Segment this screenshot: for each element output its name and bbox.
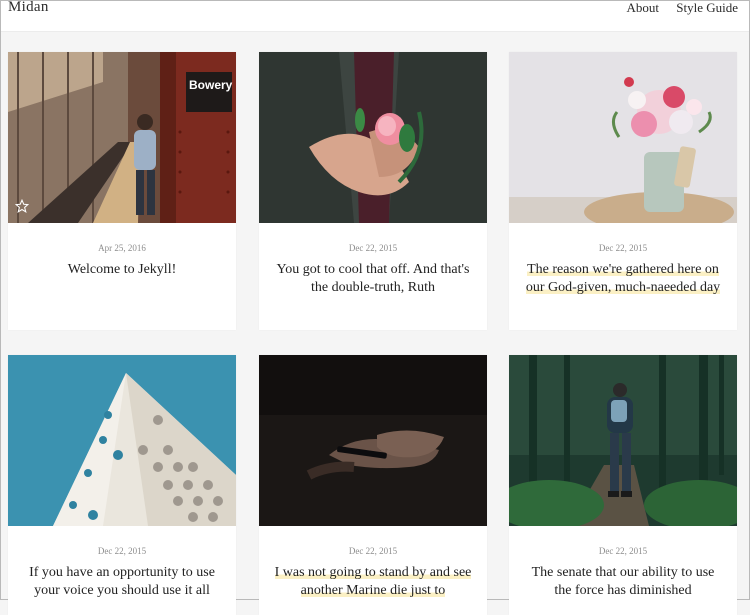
post-date: Dec 22, 2015 xyxy=(598,243,648,253)
post-card[interactable]: Bowery Apr 25, 2016 Welcome to Jekyll! xyxy=(8,52,236,330)
post-title[interactable]: The senate that our ability to use the f… xyxy=(523,564,723,600)
post-card[interactable]: Dec 22, 2015 You got to cool that off. A… xyxy=(259,52,487,330)
post-title[interactable]: You got to cool that off. And that's the… xyxy=(273,261,473,297)
post-title[interactable]: I was not going to stand by and see anot… xyxy=(273,564,473,600)
post-thumbnail-vase[interactable] xyxy=(509,52,737,223)
post-date: Dec 22, 2015 xyxy=(348,546,398,556)
post-thumbnail-subway[interactable]: Bowery xyxy=(8,52,236,223)
post-card[interactable]: Dec 22, 2015 If you have an opportunity … xyxy=(8,355,236,615)
post-thumbnail-phone[interactable] xyxy=(259,355,487,526)
post-date: Dec 22, 2015 xyxy=(348,243,398,253)
post-date: Dec 22, 2015 xyxy=(97,546,147,556)
post-title-text[interactable]: The reason we're gathered here on our Go… xyxy=(525,262,721,295)
post-thumbnail-forest[interactable] xyxy=(509,355,737,526)
post-card[interactable]: Dec 22, 2015 The senate that our ability… xyxy=(509,355,737,615)
post-thumbnail-rose[interactable] xyxy=(259,52,487,223)
post-title[interactable]: If you have an opportunity to use your v… xyxy=(22,564,222,600)
post-grid: Bowery Apr 25, 2016 Welcome to Jekyll! D… xyxy=(1,1,749,615)
post-date: Dec 22, 2015 xyxy=(598,546,648,556)
post-title[interactable]: The reason we're gathered here on our Go… xyxy=(523,261,723,297)
post-card[interactable]: Dec 22, 2015 I was not going to stand by… xyxy=(259,355,487,615)
post-title-text[interactable]: I was not going to stand by and see anot… xyxy=(274,565,472,598)
post-thumbnail-building[interactable] xyxy=(8,355,236,526)
subway-sign-text: Bowery xyxy=(189,78,233,92)
post-card[interactable]: Dec 22, 2015 The reason we're gathered h… xyxy=(509,52,737,330)
post-title[interactable]: Welcome to Jekyll! xyxy=(22,261,222,279)
star-icon[interactable] xyxy=(15,199,29,213)
post-date: Apr 25, 2016 xyxy=(98,243,146,253)
